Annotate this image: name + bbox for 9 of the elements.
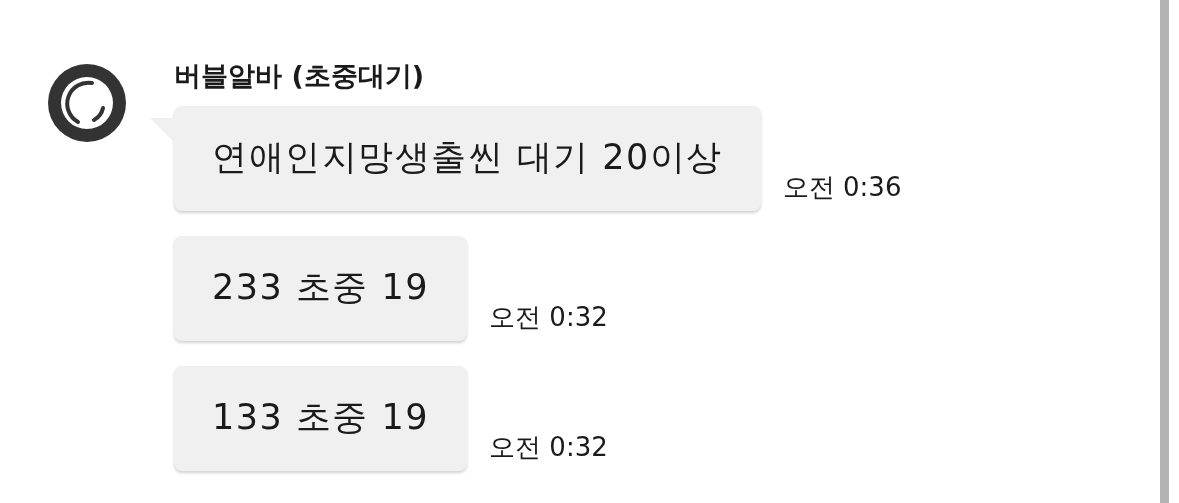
sender-name: 버블알바 (초중대기): [174, 59, 426, 93]
message-time: 오전 0:32: [489, 431, 608, 464]
message-bubble: 연애인지망생출씬 대기 20이상: [174, 106, 761, 211]
message-time: 오전 0:36: [782, 171, 902, 204]
message-bubble: 133 초중 19: [174, 366, 468, 471]
scrollbar[interactable]: [1160, 0, 1169, 503]
message-bubble: 233 초중 19: [174, 236, 468, 341]
message-time: 오전 0:32: [489, 301, 608, 334]
avatar-icon: [48, 64, 126, 142]
